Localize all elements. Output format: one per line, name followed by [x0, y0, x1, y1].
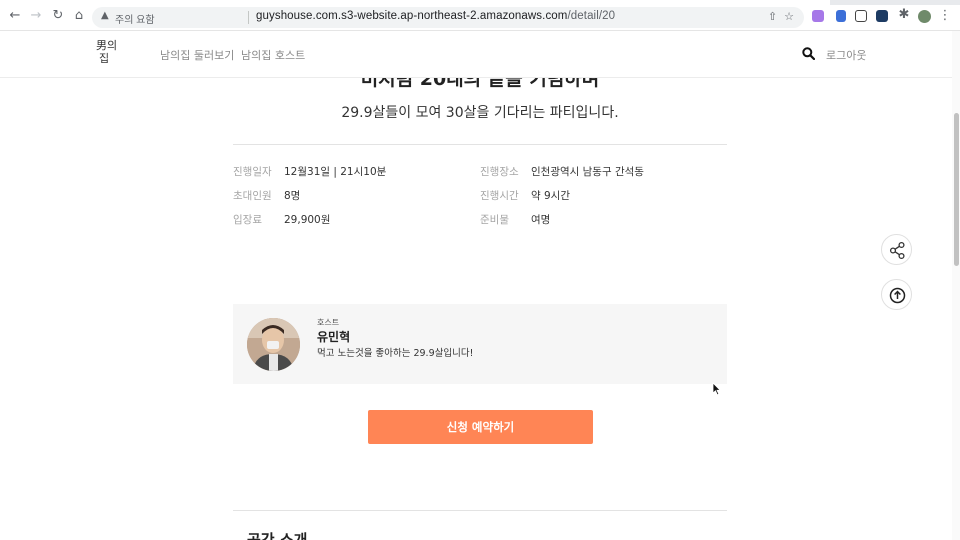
security-warning[interactable]: 주의 요함: [115, 11, 155, 26]
browser-toolbar: ← → ↻ ⌂ ▲ 주의 요함 guyshouse.com.s3-website…: [0, 0, 960, 31]
section-title-space-intro: 공간 소개: [247, 531, 308, 540]
nav-host[interactable]: 남의집 호스트: [241, 47, 305, 63]
event-subtitle: 29.9살들이 모여 30살을 기다리는 파티입니다.: [341, 105, 619, 121]
info-label-fee: 입장료: [233, 214, 262, 226]
divider: [233, 510, 727, 511]
extension-icon[interactable]: [836, 10, 846, 22]
scrollbar-thumb[interactable]: [954, 113, 959, 266]
profile-avatar[interactable]: [918, 10, 931, 23]
logo-line-1: 男의: [96, 39, 118, 52]
scroll-top-button[interactable]: [881, 279, 912, 310]
host-card: 호스트 유민혁 먹고 노는것을 좋아하는 29.9살입니다!: [233, 304, 727, 384]
info-value-place: 인천광역시 남동구 간석동: [531, 166, 644, 178]
warning-icon[interactable]: ▲: [101, 10, 109, 21]
host-role: 호스트: [317, 318, 340, 327]
host-photo: [247, 318, 300, 371]
menu-kebab-icon[interactable]: ⋮: [938, 9, 952, 23]
extension-icon[interactable]: [876, 10, 888, 22]
search-icon[interactable]: [802, 47, 815, 60]
detail-content: 비처럼 20대의 끝을 기념하며 29.9살들이 모여 30살을 기다리는 파티…: [0, 78, 960, 540]
site-header: 男의 집 남의집 둘러보기 남의집 호스트 로그아웃: [0, 31, 960, 78]
logo-line-2: 집: [99, 52, 110, 65]
logout-link[interactable]: 로그아웃: [826, 47, 866, 63]
host-description: 먹고 노는것을 좋아하는 29.9살입니다!: [317, 348, 474, 359]
nav-browse-houses[interactable]: 남의집 둘러보기: [160, 47, 234, 63]
mouse-cursor-icon: [712, 382, 722, 396]
arrow-up-icon: [889, 287, 906, 304]
info-label-guests: 초대인원: [233, 190, 272, 202]
address-bar[interactable]: ▲ 주의 요함 guyshouse.com.s3-website.ap-nort…: [92, 7, 804, 28]
info-value-duration: 약 9시간: [531, 190, 570, 202]
home-icon[interactable]: ⌂: [72, 9, 86, 23]
info-value-date: 12월31일 | 21시10분: [284, 166, 387, 178]
back-icon[interactable]: ←: [8, 9, 22, 23]
extensions-puzzle-icon[interactable]: ✱: [897, 8, 911, 22]
bookmark-star-icon[interactable]: ⇧ ☆: [768, 10, 794, 23]
event-title: 비처럼 20대의 끝을 기념하며: [360, 78, 600, 90]
tab-strip: [0, 0, 960, 5]
site-logo[interactable]: 男의 집: [96, 39, 118, 65]
host-avatar[interactable]: [247, 318, 300, 371]
reload-icon[interactable]: ↻: [51, 9, 65, 23]
forward-icon[interactable]: →: [29, 9, 43, 23]
host-name: 유민혁: [317, 330, 351, 344]
info-label-place: 진행장소: [480, 166, 519, 178]
url-text[interactable]: guyshouse.com.s3-website.ap-northeast-2.…: [256, 10, 615, 22]
info-label-duration: 진행시간: [480, 190, 519, 202]
picture-in-picture-icon[interactable]: [855, 10, 867, 22]
info-value-fee: 29,900원: [284, 214, 331, 226]
reserve-button[interactable]: 신청 예약하기: [368, 410, 593, 444]
share-button[interactable]: [881, 234, 912, 265]
address-separator: [248, 11, 249, 24]
divider: [233, 144, 727, 145]
info-value-supplies: 여명: [531, 214, 551, 226]
info-label-date: 진행일자: [233, 166, 272, 178]
info-label-supplies: 준비물: [480, 214, 509, 226]
extension-icon[interactable]: [812, 10, 824, 22]
info-value-guests: 8명: [284, 190, 301, 202]
page-scrollbar[interactable]: [952, 31, 960, 540]
share-icon: [889, 241, 905, 260]
